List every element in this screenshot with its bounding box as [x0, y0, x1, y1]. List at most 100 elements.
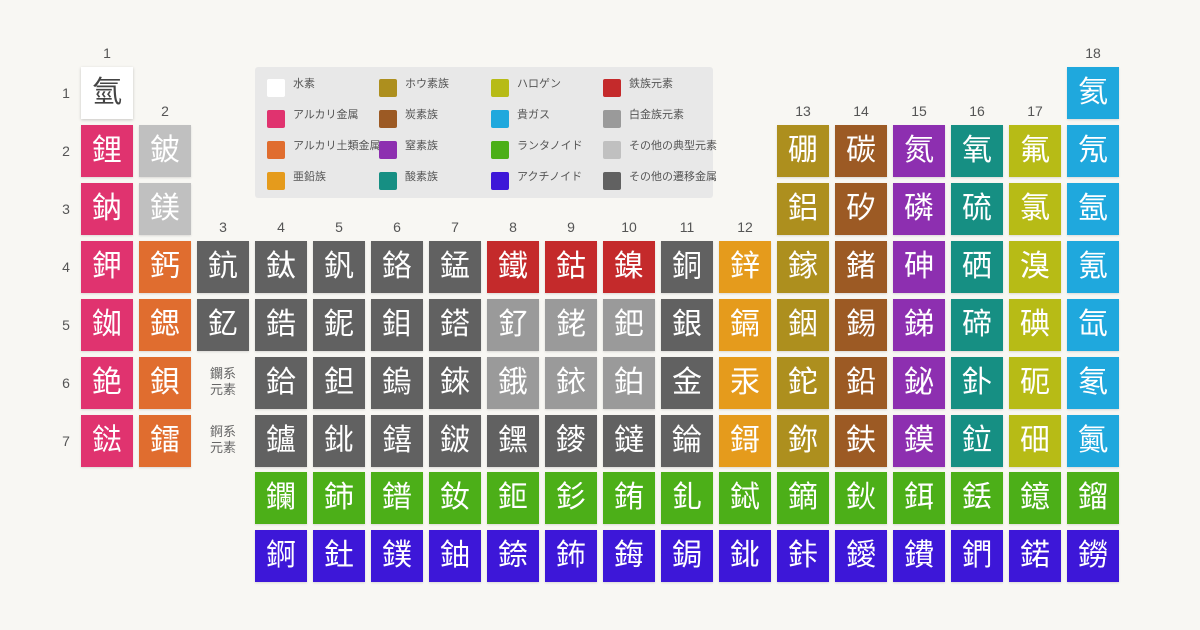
element-tile[interactable]: 釕 — [487, 299, 539, 351]
element-tile[interactable]: 銻 — [893, 299, 945, 351]
element-tile[interactable]: 銩 — [951, 472, 1003, 524]
element-tile[interactable]: 磷 — [893, 183, 945, 235]
element-tile[interactable]: 鉈 — [777, 357, 829, 409]
element-tile[interactable]: 鿫 — [1067, 415, 1119, 467]
element-tile[interactable]: 鏌 — [893, 415, 945, 467]
element-tile[interactable]: 汞 — [719, 357, 771, 409]
element-tile[interactable]: 釔 — [197, 299, 249, 351]
element-tile[interactable]: 鉻 — [371, 241, 423, 293]
element-tile[interactable]: 氧 — [951, 125, 1003, 177]
element-tile[interactable]: 鏷 — [371, 530, 423, 582]
element-tile[interactable]: 釷 — [313, 530, 365, 582]
element-tile[interactable]: 鎝 — [429, 299, 481, 351]
element-tile[interactable]: 鋇 — [139, 357, 191, 409]
element-tile[interactable]: 鐠 — [371, 472, 423, 524]
element-tile[interactable]: 𨨏 — [429, 415, 481, 467]
element-tile[interactable]: 氮 — [893, 125, 945, 177]
element-tile[interactable]: 鈰 — [313, 472, 365, 524]
element-tile[interactable]: 鋅 — [719, 241, 771, 293]
element-tile[interactable]: 鈦 — [255, 241, 307, 293]
element-tile[interactable]: 鋨 — [487, 357, 539, 409]
element-tile[interactable]: 銠 — [545, 299, 597, 351]
element-tile[interactable]: 鈇 — [835, 415, 887, 467]
element-tile[interactable]: 鏑 — [777, 472, 829, 524]
element-tile[interactable]: 鉭 — [313, 357, 365, 409]
element-tile[interactable]: 釙 — [951, 357, 1003, 409]
element-tile[interactable]: 鉬 — [371, 299, 423, 351]
element-tile[interactable]: 鈀 — [603, 299, 655, 351]
element-tile[interactable]: 鐒 — [1067, 530, 1119, 582]
element-tile[interactable]: 鑭 — [255, 472, 307, 524]
element-tile[interactable]: 碳 — [835, 125, 887, 177]
element-tile[interactable]: 錳 — [429, 241, 481, 293]
element-tile[interactable]: 鋯 — [255, 299, 307, 351]
element-tile[interactable]: 鋁 — [777, 183, 829, 235]
element-tile[interactable]: 鉑 — [603, 357, 655, 409]
element-tile[interactable]: 鍺 — [835, 241, 887, 293]
element-tile[interactable]: 氖 — [1067, 125, 1119, 177]
element-tile[interactable]: 碘 — [1009, 299, 1061, 351]
element-tile[interactable]: 砈 — [1009, 357, 1061, 409]
element-tile[interactable]: 鍅 — [81, 415, 133, 467]
element-tile[interactable]: 硼 — [777, 125, 829, 177]
element-tile[interactable]: 釤 — [545, 472, 597, 524]
element-tile[interactable]: 銣 — [81, 299, 133, 351]
element-tile[interactable]: 氡 — [1067, 357, 1119, 409]
element-tile[interactable]: 氙 — [1067, 299, 1119, 351]
element-tile[interactable]: 氪 — [1067, 241, 1119, 293]
element-tile[interactable]: 錸 — [429, 357, 481, 409]
element-tile[interactable]: 鈹 — [139, 125, 191, 177]
element-tile[interactable]: 鉲 — [777, 530, 829, 582]
element-tile[interactable]: 鉛 — [835, 357, 887, 409]
element-tile[interactable]: 鈮 — [313, 299, 365, 351]
element-tile[interactable]: 鉀 — [81, 241, 133, 293]
element-tile[interactable]: 鐵 — [487, 241, 539, 293]
element-tile[interactable]: 𨭎 — [371, 415, 423, 467]
element-tile[interactable]: 氬 — [1067, 183, 1119, 235]
element-tile[interactable]: 鑪 — [255, 415, 307, 467]
element-tile[interactable]: 鉍 — [893, 357, 945, 409]
element-tile[interactable]: 𨭆 — [487, 415, 539, 467]
element-tile[interactable]: 鉺 — [893, 472, 945, 524]
element-tile[interactable]: 銫 — [81, 357, 133, 409]
element-tile[interactable]: 氦 — [1067, 67, 1119, 119]
element-tile[interactable]: 鉨 — [777, 415, 829, 467]
element-tile[interactable]: 錀 — [661, 415, 713, 467]
element-tile[interactable]: 鋦 — [661, 530, 713, 582]
element-tile[interactable]: 鍶 — [139, 299, 191, 351]
element-tile[interactable]: 鐳 — [139, 415, 191, 467]
element-tile[interactable]: 錼 — [487, 530, 539, 582]
element-tile[interactable]: 錫 — [835, 299, 887, 351]
element-tile[interactable]: 鐿 — [1009, 472, 1061, 524]
element-tile[interactable]: 碲 — [951, 299, 1003, 351]
element-tile[interactable]: 鈧 — [197, 241, 249, 293]
element-tile[interactable]: 鈥 — [835, 472, 887, 524]
element-tile[interactable]: 鋱 — [719, 472, 771, 524]
element-tile[interactable]: 鎢 — [371, 357, 423, 409]
element-tile[interactable]: 氫 — [81, 67, 133, 119]
element-tile[interactable]: 砷 — [893, 241, 945, 293]
element-tile[interactable]: 銦 — [777, 299, 829, 351]
element-tile[interactable]: 釹 — [429, 472, 481, 524]
element-tile[interactable]: 釩 — [313, 241, 365, 293]
element-tile[interactable]: 鈾 — [429, 530, 481, 582]
element-tile[interactable]: 鎘 — [719, 299, 771, 351]
element-tile[interactable]: 鎦 — [1067, 472, 1119, 524]
element-tile[interactable]: 銥 — [545, 357, 597, 409]
element-tile[interactable]: 鈽 — [545, 530, 597, 582]
element-tile[interactable]: 鿬 — [1009, 415, 1061, 467]
element-tile[interactable]: 溴 — [1009, 241, 1061, 293]
element-tile[interactable]: 鎵 — [777, 241, 829, 293]
element-tile[interactable]: 鉳 — [313, 415, 365, 467]
element-tile[interactable]: 鐨 — [893, 530, 945, 582]
element-tile[interactable]: 鍆 — [951, 530, 1003, 582]
element-tile[interactable]: 䥑 — [545, 415, 597, 467]
element-tile[interactable]: 鈷 — [545, 241, 597, 293]
element-tile[interactable]: 鎳 — [603, 241, 655, 293]
element-tile[interactable]: 鑀 — [835, 530, 887, 582]
element-tile[interactable]: 硫 — [951, 183, 1003, 235]
element-tile[interactable]: 鋰 — [81, 125, 133, 177]
element-tile[interactable]: 矽 — [835, 183, 887, 235]
element-tile[interactable]: 鉝 — [951, 415, 1003, 467]
element-tile[interactable]: 鉕 — [487, 472, 539, 524]
